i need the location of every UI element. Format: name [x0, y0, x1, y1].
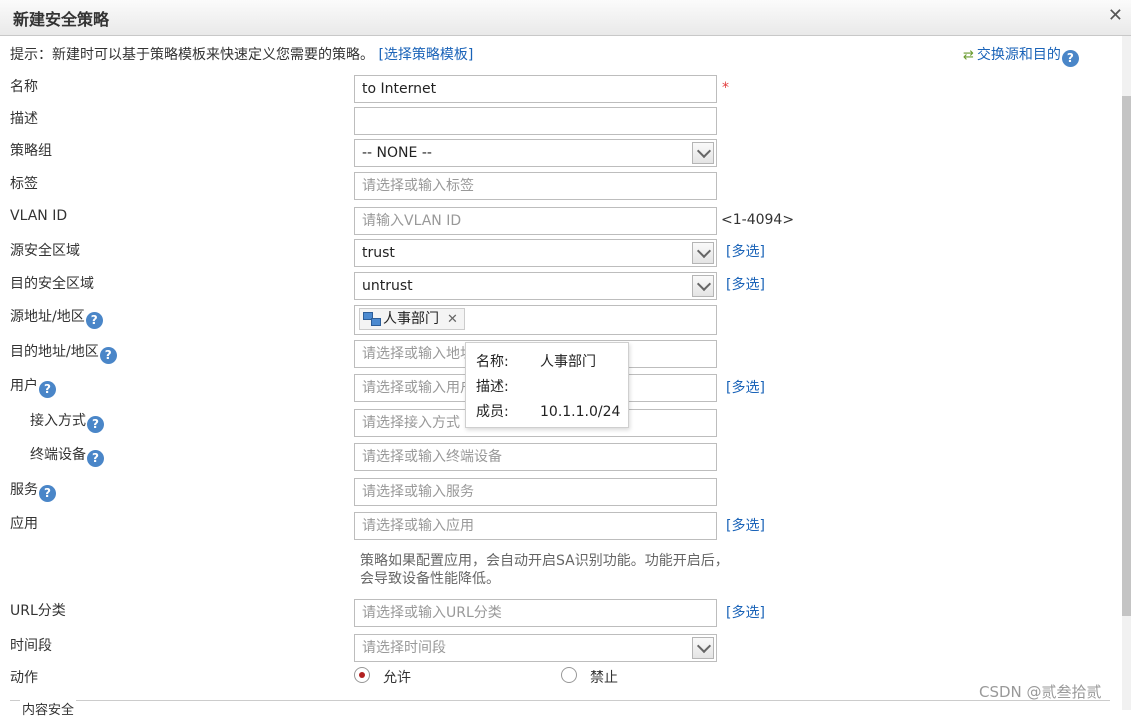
user-label: 用户?: [10, 375, 56, 398]
dst-zone-multi-link[interactable]: [多选]: [726, 274, 765, 294]
allow-radio[interactable]: [354, 667, 370, 683]
service-label: 服务?: [10, 479, 56, 502]
swap-label: 交换源和目的: [976, 47, 1061, 63]
deny-label: 禁止: [590, 670, 618, 686]
url-input[interactable]: [354, 599, 717, 627]
watermark: CSDN @贰叁拾贰: [979, 683, 1102, 701]
service-input[interactable]: [354, 478, 717, 506]
name-input[interactable]: [354, 75, 717, 103]
scrollbar-thumb[interactable]: [1122, 96, 1131, 616]
user-multi-link[interactable]: [多选]: [726, 377, 765, 397]
swap-icon: ⇄: [963, 48, 974, 63]
vlan-range-hint: <1-4094>: [721, 212, 795, 228]
tooltip-name-row: 名称: 人事部门: [476, 354, 596, 370]
swap-source-dest-button[interactable]: ⇄ 交换源和目的?: [963, 44, 1079, 67]
allow-label: 允许: [383, 670, 411, 686]
src-zone-value: trust: [362, 245, 395, 261]
section-label: 内容安全: [20, 699, 77, 718]
src-zone-select[interactable]: trust: [354, 239, 717, 267]
chevron-down-icon[interactable]: [692, 275, 714, 297]
app-note: 策略如果配置应用，会自动开启SA识别功能。功能开启后，会导致设备性能降低。: [360, 553, 729, 587]
terminal-label: 终端设备?: [30, 444, 104, 467]
chevron-down-icon[interactable]: [692, 242, 714, 264]
help-icon[interactable]: ?: [85, 312, 103, 329]
tag-label: 标签: [10, 176, 38, 192]
app-label: 应用: [10, 516, 38, 532]
dst-addr-label: 目的地址/地区?: [10, 341, 117, 364]
address-tag: 人事部门 ✕: [359, 308, 465, 330]
tip-line: 提示：新建时可以基于策略模板来快速定义您需要的策略。 [选择策略模板]: [10, 44, 473, 64]
desc-label: 描述: [10, 111, 38, 127]
scrollbar[interactable]: [1122, 36, 1131, 710]
action-label: 动作: [10, 670, 38, 686]
chevron-down-icon[interactable]: [692, 142, 714, 164]
help-icon[interactable]: ?: [87, 450, 104, 467]
desc-input[interactable]: [354, 107, 717, 135]
name-label: 名称: [10, 79, 38, 95]
access-label: 接入方式?: [30, 410, 104, 433]
time-placeholder: 请选择时间段: [362, 640, 446, 656]
help-icon[interactable]: ?: [39, 485, 56, 502]
remove-tag-icon[interactable]: ✕: [447, 312, 458, 327]
group-label: 策略组: [10, 143, 52, 159]
help-icon[interactable]: ?: [99, 347, 117, 364]
dst-zone-label: 目的安全区域: [10, 276, 94, 292]
select-template-link[interactable]: [选择策略模板]: [378, 47, 473, 63]
src-zone-label: 源安全区域: [10, 243, 80, 259]
tooltip-member-row: 成员: 10.1.1.0/24: [476, 404, 621, 420]
terminal-input[interactable]: [354, 443, 717, 471]
required-mark: *: [722, 80, 729, 96]
time-label: 时间段: [10, 638, 52, 654]
group-value: -- NONE --: [362, 145, 432, 161]
app-multi-link[interactable]: [多选]: [726, 515, 765, 535]
url-label: URL分类: [10, 603, 66, 619]
address-tag-label: 人事部门: [383, 311, 439, 327]
help-icon[interactable]: ?: [1061, 50, 1079, 67]
close-icon[interactable]: ✕: [1108, 5, 1123, 26]
network-icon: [363, 312, 381, 326]
help-icon[interactable]: ?: [39, 381, 56, 398]
group-select[interactable]: -- NONE --: [354, 139, 717, 167]
dst-zone-select[interactable]: untrust: [354, 272, 717, 300]
address-tooltip: 名称: 人事部门 描述: 成员: 10.1.1.0/24: [465, 342, 629, 428]
chevron-down-icon[interactable]: [692, 637, 714, 659]
time-select[interactable]: 请选择时间段: [354, 634, 717, 662]
src-zone-multi-link[interactable]: [多选]: [726, 241, 765, 261]
tooltip-desc-row: 描述:: [476, 379, 509, 395]
src-addr-input[interactable]: 人事部门 ✕: [354, 305, 717, 335]
help-icon[interactable]: ?: [87, 416, 104, 433]
dialog-titlebar: 新建安全策略 ✕: [0, 0, 1131, 36]
dialog-title: 新建安全策略: [13, 10, 110, 29]
vlan-label: VLAN ID: [10, 208, 68, 224]
url-multi-link[interactable]: [多选]: [726, 602, 765, 622]
src-addr-label: 源地址/地区?: [10, 306, 103, 329]
app-input[interactable]: [354, 512, 717, 540]
vlan-input[interactable]: [354, 207, 717, 235]
content-security-section: 内容安全: [10, 699, 1110, 718]
tag-input[interactable]: [354, 172, 717, 200]
dst-zone-value: untrust: [362, 278, 413, 294]
deny-radio[interactable]: [561, 667, 577, 683]
tip-text: 提示：新建时可以基于策略模板来快速定义您需要的策略。: [10, 47, 374, 63]
